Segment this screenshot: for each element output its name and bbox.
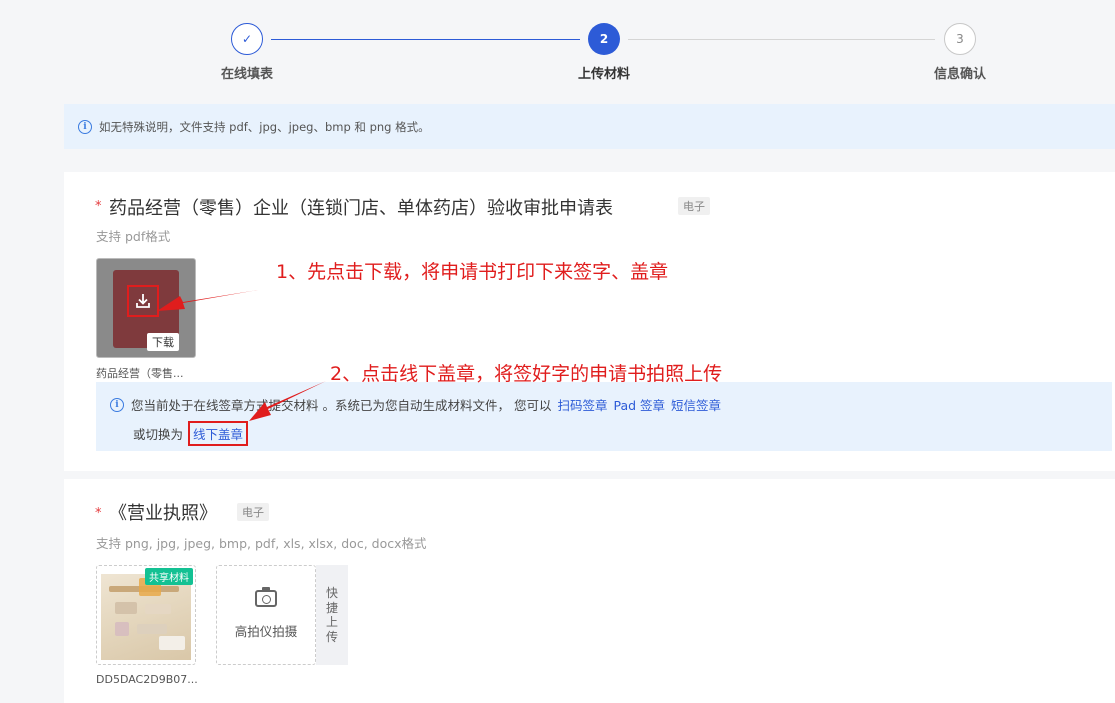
electronic-tag: 电子 (237, 503, 269, 521)
quick-upload-char: 传 (325, 629, 338, 644)
format-notice-text: 如无特殊说明，文件支持 pdf、jpg、jpeg、bmp 和 png 格式。 (99, 119, 430, 134)
signing-notice-text: 您当前处于在线签章方式提交材料 。系统已为您自动生成材料文件， 您可以 (131, 398, 552, 413)
quick-upload-char: 捷 (325, 600, 338, 615)
section-title: 《营业执照》 (109, 503, 217, 524)
step-connector-2 (628, 39, 935, 40)
quick-upload-char: 上 (325, 615, 338, 629)
camera-label: 高拍仪拍摄 (234, 624, 298, 639)
step-1-check-icon: ✓ (231, 23, 263, 55)
step-2-label: 上传材料 (577, 67, 630, 82)
required-mark: * (95, 199, 102, 214)
step-3-label: 信息确认 (933, 67, 986, 82)
download-button[interactable]: 下载 (147, 333, 179, 351)
format-hint: 支持 pdf格式 (96, 229, 171, 244)
quick-upload-char: 快 (325, 586, 338, 600)
step-1-label: 在线填表 (220, 67, 273, 82)
annotation-step-1: 1、先点击下载，将申请书打印下来签字、盖章 (276, 261, 669, 283)
file-name: 药品经营（零售... (96, 367, 184, 380)
shared-material-badge: 共享材料 (145, 568, 193, 585)
camera-icon (255, 587, 277, 607)
file-name: DD5DAC2D9B07... (96, 673, 198, 686)
offline-stamp-link[interactable]: 线下盖章 (188, 421, 249, 446)
signing-notice: i 您当前处于在线签章方式提交材料 。系统已为您自动生成材料文件， 您可以 扫码… (96, 382, 1112, 451)
required-mark: * (95, 506, 102, 521)
pad-sign-link[interactable]: Pad 签章 (613, 395, 665, 414)
format-hint: 支持 png, jpg, jpeg, bmp, pdf, xls, xlsx, … (96, 536, 427, 551)
download-icon[interactable] (127, 285, 159, 317)
info-icon: i (110, 397, 124, 412)
format-notice-banner: i 如无特殊说明，文件支持 pdf、jpg、jpeg、bmp 和 png 格式。 (64, 104, 1115, 149)
sms-sign-link[interactable]: 短信签章 (671, 395, 721, 414)
step-3-circle: 3 (944, 23, 976, 55)
application-file-thumbnail[interactable]: 下载 (96, 258, 196, 358)
business-license-section: * 《营业执照》 电子 支持 png, jpg, jpeg, bmp, pdf,… (64, 479, 1115, 703)
electronic-tag: 电子 (678, 197, 710, 215)
stepper: ✓ 2 3 在线填表 上传材料 信息确认 (0, 0, 1115, 100)
step-2-circle: 2 (588, 23, 620, 55)
switch-prefix: 或切换为 (133, 427, 184, 442)
quick-upload-button[interactable]: 快 捷 上 传 (316, 565, 348, 665)
annotation-step-2: 2、点击线下盖章，将签好字的申请书拍照上传 (330, 363, 723, 385)
scan-sign-link[interactable]: 扫码签章 (557, 395, 607, 414)
high-speed-scanner-button[interactable]: 高拍仪拍摄 (216, 565, 316, 665)
application-form-section: * 药品经营（零售）企业（连锁门店、单体药店）验收审批申请表 电子 支持 pdf… (64, 172, 1115, 471)
license-image (101, 574, 191, 660)
info-icon: i (78, 119, 92, 134)
section-title: 药品经营（零售）企业（连锁门店、单体药店）验收审批申请表 (109, 198, 613, 219)
business-license-thumbnail[interactable]: 共享材料 (96, 565, 196, 665)
check-icon: ✓ (241, 32, 253, 46)
step-connector-1 (271, 39, 580, 40)
